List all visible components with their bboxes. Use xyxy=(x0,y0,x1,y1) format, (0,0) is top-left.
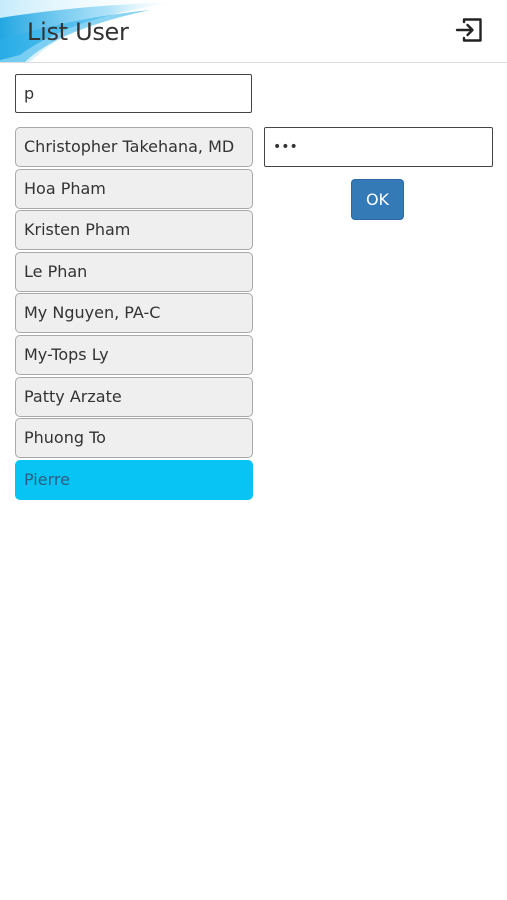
user-list-item[interactable]: Christopher Takehana, MD xyxy=(15,127,253,167)
ok-button[interactable]: OK xyxy=(351,179,404,220)
password-field[interactable] xyxy=(264,127,493,167)
user-list-item[interactable]: Le Phan xyxy=(15,251,253,292)
user-list: Christopher Takehana, MD Hoa Pham Kristen … xyxy=(15,127,253,501)
search-input[interactable] xyxy=(15,74,252,113)
user-list-item[interactable]: Phuong To xyxy=(15,418,253,459)
page-title: List User xyxy=(27,18,129,46)
user-list-item[interactable]: Patty Arzate xyxy=(15,376,253,417)
user-list-item[interactable]: Pierre xyxy=(15,459,253,500)
app-root: List User Christopher Takehana, MDHoa Ph… xyxy=(0,0,507,900)
logout-button[interactable] xyxy=(453,14,485,46)
app-header: List User xyxy=(0,0,507,63)
user-list-item[interactable]: Hoa Pham xyxy=(15,168,253,209)
user-list-item[interactable]: My-Tops Ly xyxy=(15,334,253,375)
user-list-item[interactable]: Kristen Pham xyxy=(15,210,253,251)
user-list-item[interactable]: My Nguyen, PA-C xyxy=(15,293,253,334)
logout-icon xyxy=(455,18,482,42)
